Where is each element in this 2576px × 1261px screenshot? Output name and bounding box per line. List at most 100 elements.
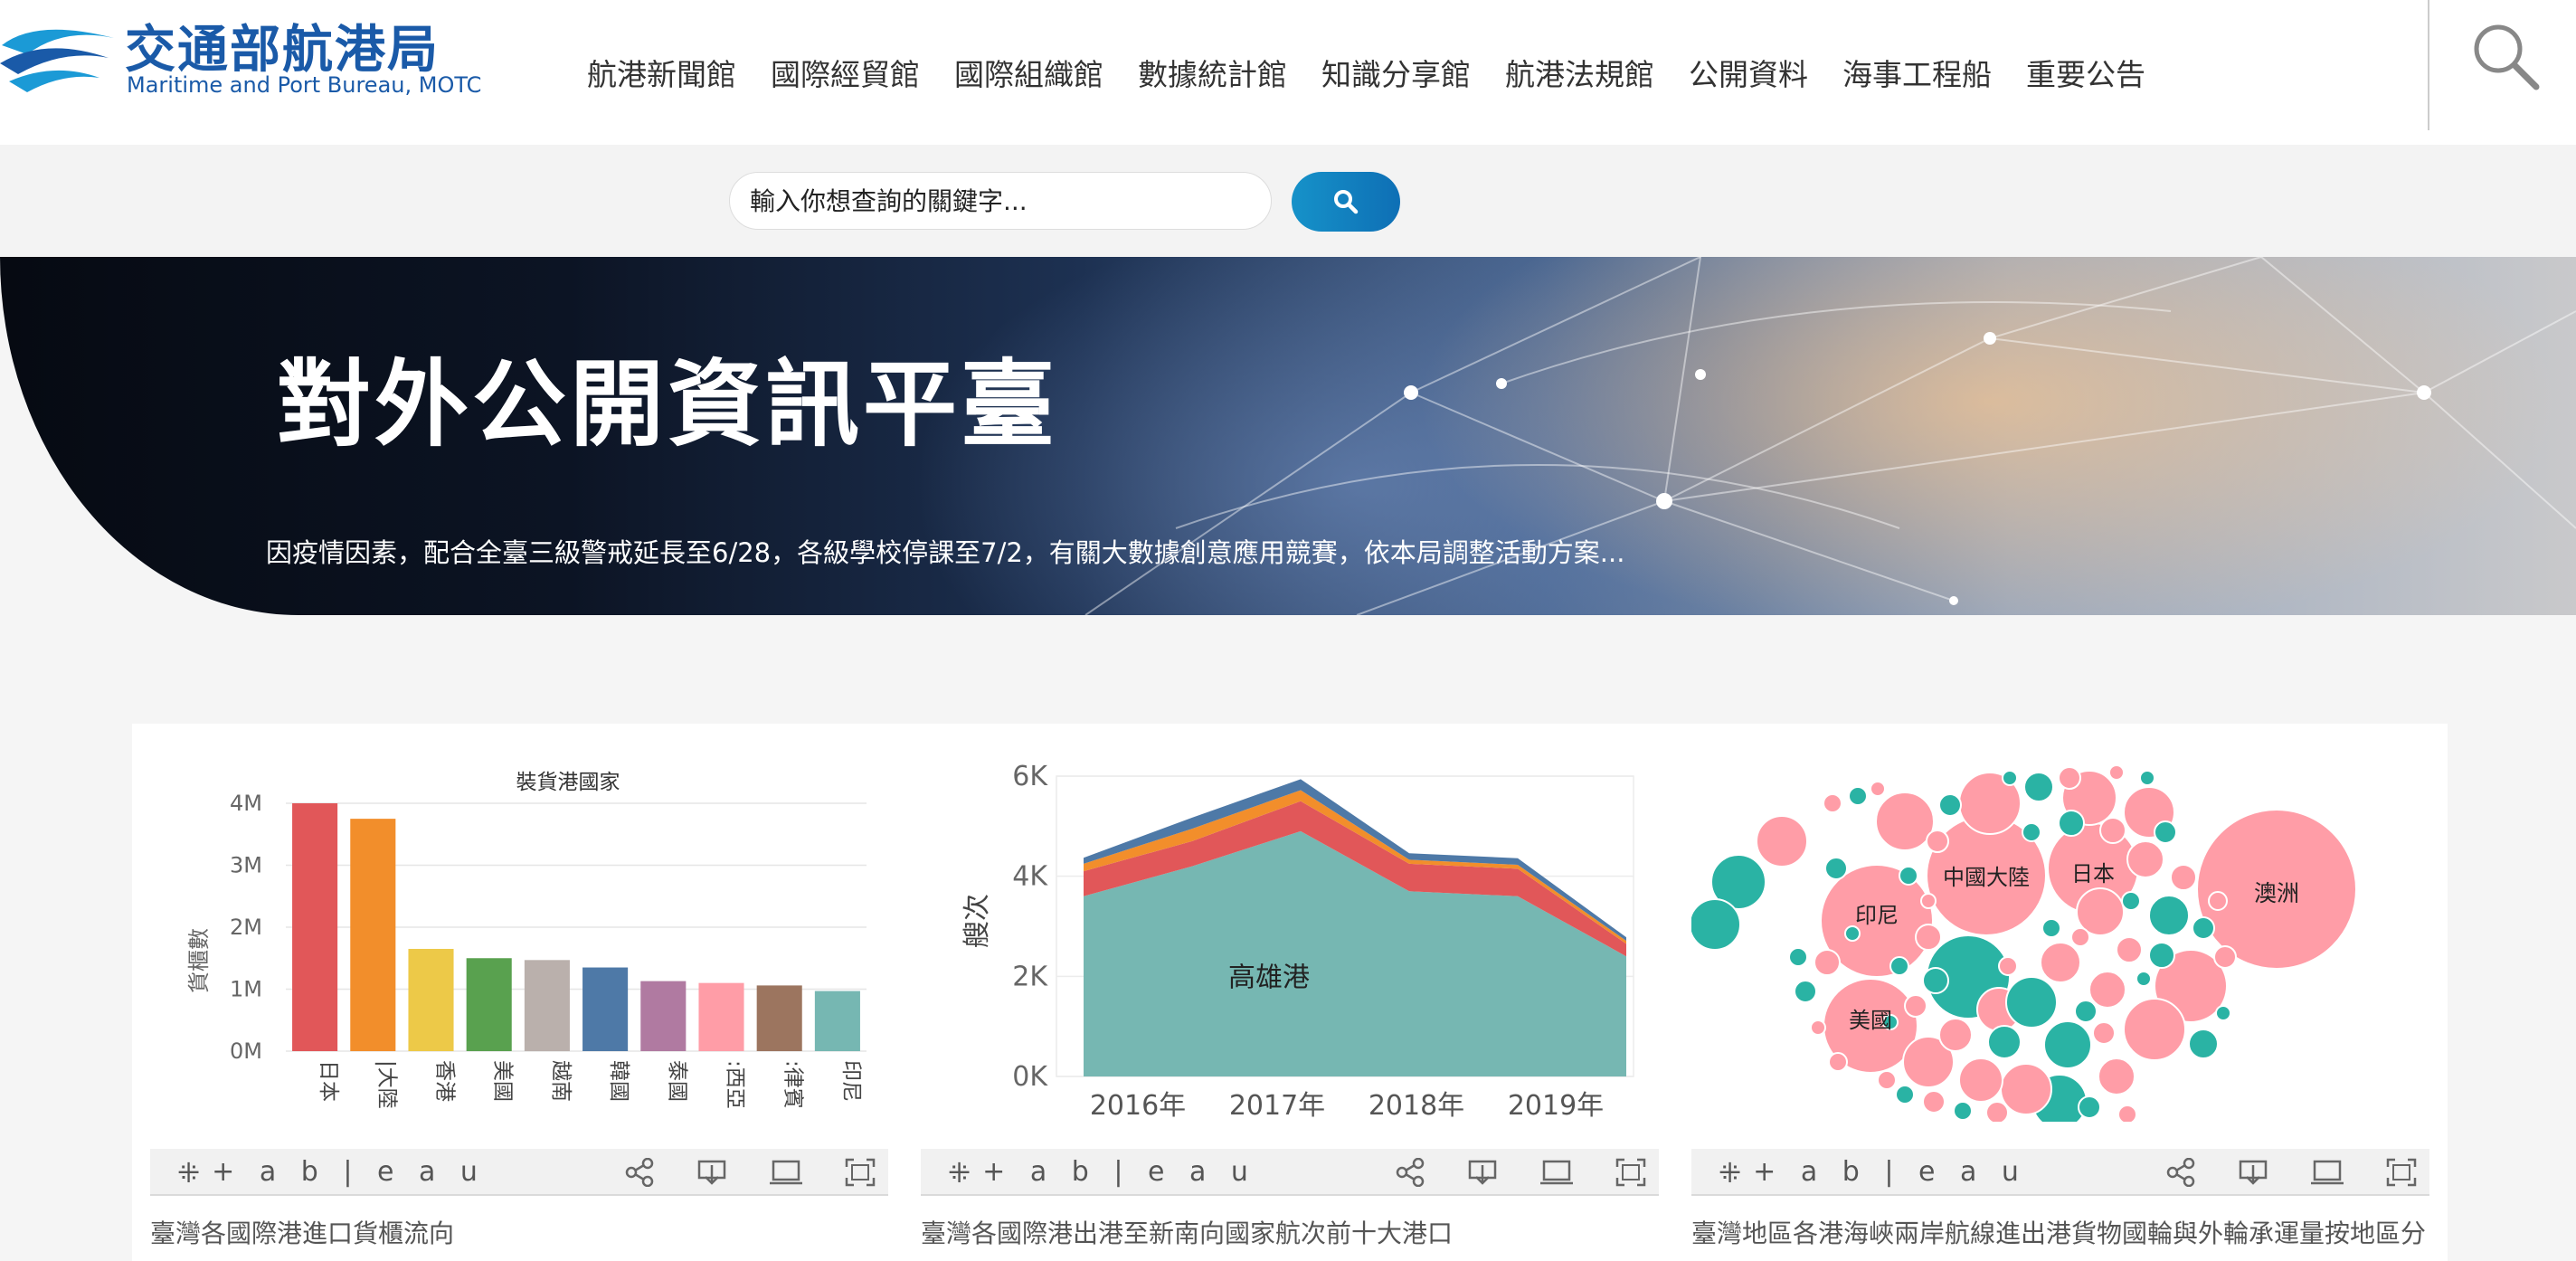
- nav-item-trade[interactable]: 國際經貿館: [753, 51, 937, 94]
- bubble[interactable]: [1877, 1070, 1897, 1090]
- card-caption[interactable]: 臺灣各國際港進口貨櫃流向: [150, 1214, 454, 1250]
- bubble[interactable]: [1926, 830, 1949, 853]
- bubble[interactable]: [2126, 840, 2164, 878]
- bubble[interactable]: [2139, 770, 2155, 786]
- bubble[interactable]: [2148, 895, 2190, 936]
- download-icon[interactable]: [696, 1158, 727, 1187]
- bubble[interactable]: [1844, 925, 1861, 942]
- bubble[interactable]: [2099, 817, 2126, 844]
- bubble[interactable]: [2121, 891, 2141, 911]
- bubble[interactable]: [1814, 949, 1841, 976]
- bubble[interactable]: [2192, 916, 2215, 940]
- bubble[interactable]: [2088, 971, 2126, 1009]
- nav-item-statistics[interactable]: 數據統計館: [1121, 51, 1304, 94]
- bubble[interactable]: [2117, 1105, 2137, 1122]
- bubble[interactable]: [2208, 891, 2228, 911]
- bubble[interactable]: [1788, 947, 1808, 967]
- search-icon[interactable]: [2469, 20, 2542, 92]
- bubble[interactable]: [2092, 1021, 2116, 1045]
- download-icon[interactable]: [2238, 1158, 2268, 1187]
- bubble[interactable]: [1920, 893, 1937, 909]
- share-icon[interactable]: [2165, 1158, 2196, 1187]
- nav-item-engineering-ships[interactable]: 海事工程船: [1825, 51, 2009, 94]
- bubble[interactable]: [1756, 815, 1808, 868]
- bubble[interactable]: [2023, 772, 2054, 802]
- bubble[interactable]: [1922, 967, 1949, 994]
- bubble[interactable]: [1985, 1101, 2009, 1122]
- site-logo[interactable]: 交通部航港局 Maritime and Port Bureau, MOTC: [0, 9, 507, 109]
- share-icon[interactable]: [624, 1158, 655, 1187]
- bubble[interactable]: [2005, 976, 2058, 1029]
- bar[interactable]: [582, 967, 629, 1051]
- bubble[interactable]: [1938, 793, 1962, 817]
- nav-item-organizations[interactable]: 國際組織館: [937, 51, 1121, 94]
- bubble[interactable]: [2213, 945, 2237, 969]
- bubble[interactable]: [1875, 792, 1935, 851]
- bubble[interactable]: [1848, 786, 1868, 806]
- nav-item-knowledge[interactable]: 知識分享館: [1304, 51, 1488, 94]
- bubble[interactable]: [2078, 1095, 2101, 1119]
- device-preview-icon[interactable]: [769, 1158, 803, 1187]
- bubble[interactable]: [2116, 936, 2143, 963]
- dashboard-card-cross-strait-cargo[interactable]: 澳洲 中國大陸 日本 印尼 美國 ⁜ + a b | e a u 臺灣地區各港海峽…: [1691, 724, 2429, 1261]
- bubble[interactable]: [2170, 864, 2197, 891]
- fullscreen-icon[interactable]: [1615, 1158, 1646, 1187]
- search-button[interactable]: [1292, 172, 1400, 232]
- share-icon[interactable]: [1395, 1158, 1425, 1187]
- bubble[interactable]: [1915, 924, 1942, 951]
- bubble[interactable]: [2136, 971, 2152, 987]
- tableau-logo[interactable]: ⁜ + a b | e a u: [177, 1156, 486, 1190]
- dashboard-card-southbound-voyages[interactable]: 0K 2K 4K 6K 艘次 高雄港 2016年 2017年 2018年 2019年 ⁜ + …: [921, 724, 1659, 1261]
- bubble[interactable]: [2041, 918, 2061, 938]
- bubble[interactable]: [2074, 1000, 2098, 1023]
- bubble[interactable]: [2000, 1063, 2052, 1115]
- bubble[interactable]: [1998, 956, 2018, 976]
- tableau-viz[interactable]: 0K 2K 4K 6K 艘次 高雄港 2016年 2017年 2018年 2019年: [921, 724, 1659, 1122]
- bubble[interactable]: [1987, 1025, 2022, 1059]
- bar[interactable]: [466, 958, 512, 1051]
- download-icon[interactable]: [1467, 1158, 1498, 1187]
- bubble[interactable]: [2070, 927, 2090, 947]
- bubble[interactable]: [2058, 810, 2085, 837]
- tableau-logo[interactable]: ⁜ + a b | e a u: [1719, 1156, 2027, 1190]
- bubble[interactable]: [1899, 866, 1918, 886]
- bubble[interactable]: [2022, 822, 2041, 842]
- dashboard-card-import-containers[interactable]: 裝貨港國家 0M 1M 2M 3M 4M 貨櫃數 日本 |大陸 香港 美國 越南 韓國 泰國:西亞:…: [150, 724, 888, 1261]
- fullscreen-icon[interactable]: [2386, 1158, 2417, 1187]
- bubble[interactable]: [1922, 1090, 1946, 1114]
- nav-item-announcements[interactable]: 重要公告: [2009, 51, 2163, 94]
- bar[interactable]: [350, 819, 396, 1051]
- bubble[interactable]: [1904, 994, 1927, 1018]
- bar[interactable]: [698, 982, 744, 1051]
- device-preview-icon[interactable]: [2310, 1158, 2344, 1187]
- bubble[interactable]: [1953, 1101, 1973, 1121]
- bubble[interactable]: [1895, 1085, 1915, 1105]
- bubble[interactable]: [1691, 898, 1741, 951]
- bubble[interactable]: [2108, 764, 2125, 781]
- card-caption[interactable]: 臺灣地區各港海峽兩岸航線進出港貨物國輪與外輪承運量按地區分: [1691, 1214, 2426, 1250]
- tableau-viz[interactable]: 裝貨港國家 0M 1M 2M 3M 4M 貨櫃數 日本 |大陸 香港 美國 越南 韓國 泰國:西亞:…: [150, 724, 888, 1122]
- bubble[interactable]: [2188, 1029, 2219, 1059]
- bubble[interactable]: [2002, 770, 2018, 786]
- tableau-viz[interactable]: 澳洲 中國大陸 日本 印尼 美國: [1691, 724, 2429, 1122]
- bubble[interactable]: [1938, 1018, 1973, 1052]
- nav-item-news[interactable]: 航港新聞館: [570, 51, 753, 94]
- bubble[interactable]: [2148, 942, 2175, 969]
- device-preview-icon[interactable]: [1539, 1158, 1574, 1187]
- bar[interactable]: [292, 803, 338, 1051]
- bubble[interactable]: [2040, 942, 2081, 983]
- bubble[interactable]: [1824, 857, 1848, 880]
- bubble[interactable]: [1823, 793, 1842, 813]
- card-caption[interactable]: 臺灣各國際港出港至新南向國家航次前十大港口: [921, 1214, 1453, 1250]
- bubble[interactable]: [1810, 1019, 1826, 1036]
- bubble[interactable]: [1889, 956, 1909, 976]
- bubble[interactable]: [1828, 1052, 1848, 1072]
- banner-announcement-link[interactable]: 因疫情因素，配合全臺三級警戒延長至6/28，各級學校停課至7/2，有關大數據創意…: [266, 532, 1624, 570]
- bubble[interactable]: [2098, 1057, 2136, 1095]
- bar[interactable]: [756, 985, 802, 1051]
- bubble[interactable]: [2215, 1005, 2231, 1021]
- bar[interactable]: [640, 981, 687, 1051]
- nav-item-regulations[interactable]: 航港法規館: [1488, 51, 1672, 94]
- bar[interactable]: [408, 948, 454, 1051]
- bubble[interactable]: [2043, 1020, 2092, 1069]
